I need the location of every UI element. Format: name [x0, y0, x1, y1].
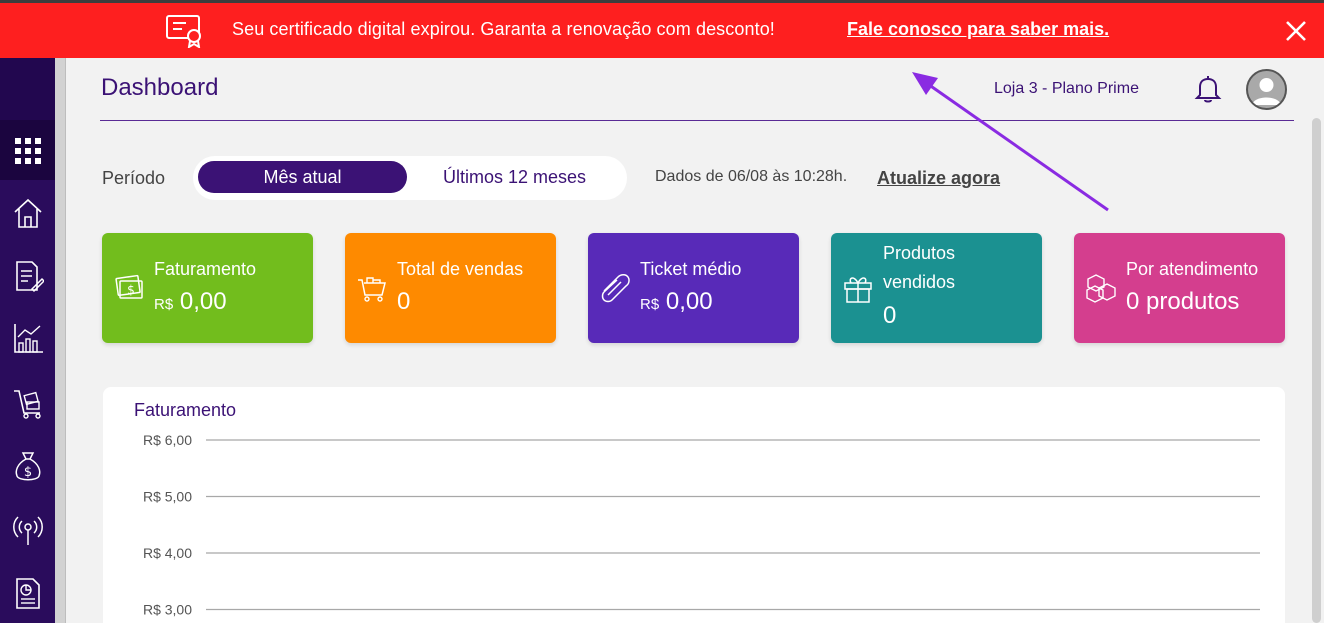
y-tick-label: R$ 3,00	[143, 602, 192, 618]
card-value: 0	[883, 302, 897, 329]
money-bag-icon[interactable]: $	[12, 449, 44, 483]
user-icon	[1252, 78, 1281, 105]
card-per-service[interactable]: Por atendimento 0 produtos	[1074, 233, 1285, 343]
card-title: Por atendimento	[1126, 259, 1259, 279]
data-timestamp: Dados de 06/08 às 10:28h.	[655, 168, 848, 185]
apps-grid-icon[interactable]	[12, 134, 44, 168]
svg-text:$: $	[24, 465, 32, 480]
card-title: Faturamento	[154, 259, 257, 279]
card-value: R$ 0,00	[640, 288, 713, 316]
certificate-banner: Seu certificado digital expirou. Garanta…	[0, 3, 1324, 58]
svg-text:$: $	[127, 283, 135, 297]
store-plan[interactable]: Loja 3 - Plano Prime	[994, 80, 1139, 98]
y-tick-label: R$ 6,00	[143, 432, 192, 448]
card-average-ticket[interactable]: Ticket médio R$ 0,00	[588, 233, 799, 343]
chart-title: Faturamento	[134, 400, 237, 420]
card-revenue[interactable]: $ Faturamento R$ 0,00	[102, 233, 313, 343]
card-value: R$ 0,00	[154, 288, 227, 316]
cash-icon: $	[115, 274, 143, 299]
report-icon[interactable]	[12, 576, 44, 610]
period-option-last-12-months[interactable]: Últimos 12 meses	[407, 161, 622, 193]
value-text: 0,00	[179, 288, 227, 315]
bell-icon[interactable]	[1192, 73, 1224, 105]
currency-label: R$	[154, 296, 174, 313]
vertical-scrollbar[interactable]	[1312, 118, 1321, 623]
cart-icon	[358, 277, 386, 302]
broadcast-icon[interactable]	[12, 512, 44, 546]
card-value: 0 produtos	[1126, 288, 1240, 315]
card-title: Total de vendas	[397, 259, 524, 279]
card-title: Ticket médio	[640, 259, 742, 279]
sidebar-edge	[55, 58, 66, 623]
avatar[interactable]	[1246, 69, 1287, 110]
close-icon[interactable]	[1284, 19, 1308, 43]
period-toggle: Mês atual Últimos 12 meses	[193, 156, 627, 200]
y-tick-label: R$ 4,00	[143, 545, 192, 561]
ticket-icon	[601, 274, 630, 303]
contact-link[interactable]: Fale conosco para saber mais.	[847, 19, 1109, 40]
header-divider	[100, 120, 1294, 121]
document-edit-icon[interactable]	[12, 259, 44, 293]
card-total-sales[interactable]: Total de vendas 0	[345, 233, 556, 343]
sidebar-header	[0, 58, 55, 120]
card-title-line1: Produtos	[883, 243, 956, 263]
revenue-chart: R$ 6,00 R$ 5,00 R$ 4,00 R$ 3,00	[143, 432, 1260, 618]
gift-icon	[844, 277, 872, 303]
boxes-icon	[1086, 274, 1116, 303]
value-text: 0,00	[665, 288, 713, 315]
bar-chart-icon[interactable]	[12, 321, 44, 355]
period-option-current-month[interactable]: Mês atual	[198, 161, 407, 193]
currency-label: R$	[640, 296, 660, 313]
sidebar: $	[0, 58, 55, 623]
banner-message: Seu certificado digital expirou. Garanta…	[232, 19, 775, 39]
home-icon[interactable]	[12, 196, 44, 230]
certificate-icon	[166, 15, 201, 48]
card-products-sold[interactable]: Produtos vendidos 0	[831, 233, 1042, 343]
page-title: Dashboard	[101, 74, 219, 101]
card-title-line2: vendidos	[883, 272, 956, 292]
update-now-link[interactable]: Atualize agora	[877, 168, 1000, 189]
y-tick-label: R$ 5,00	[143, 489, 192, 505]
period-label: Período	[102, 168, 166, 188]
cart-box-icon[interactable]	[12, 386, 44, 420]
card-value: 0	[397, 288, 411, 315]
